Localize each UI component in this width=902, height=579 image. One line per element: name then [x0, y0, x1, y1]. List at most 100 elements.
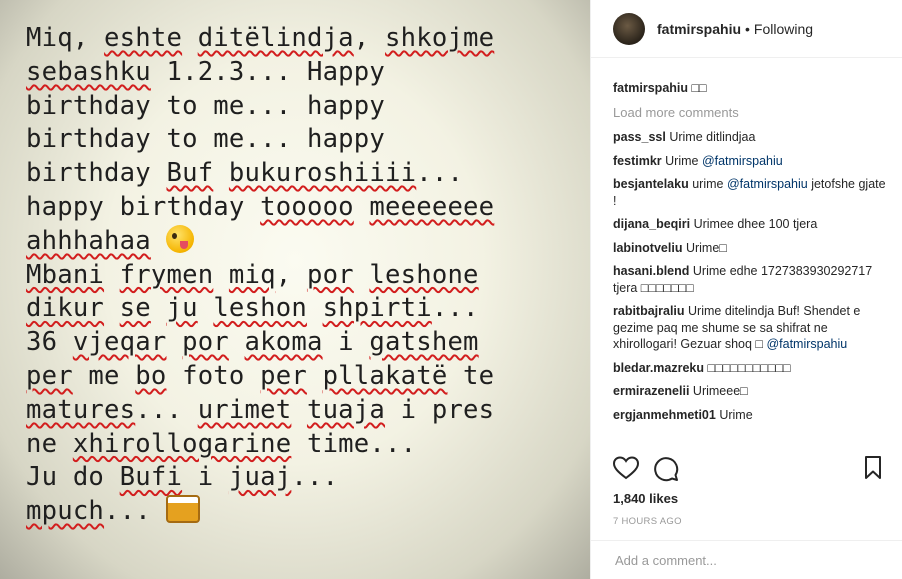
misspelled-word: shpirti [322, 293, 432, 324]
mention-link[interactable]: @fatmirspahiu [727, 177, 808, 191]
comment-item: rabitbajraliu Urime ditelindja Buf! Shen… [613, 303, 886, 353]
misspelled-word: bukuroshiiii [228, 158, 417, 189]
comment-item: bledar.mazreku □□□□□□□□□□□ [613, 360, 886, 377]
photo-text-segment: te [447, 360, 495, 391]
following-button[interactable]: Following [754, 21, 813, 37]
photo-text-segment [151, 226, 167, 256]
photo-text-segment [291, 395, 307, 425]
photo-text-line: mpuch... [26, 495, 586, 529]
add-comment-bar [591, 540, 902, 579]
comment-text: Urime [719, 407, 753, 422]
comment-text: Urimeee□ [692, 384, 748, 398]
photo-text-segment: birthday to me... happy [26, 90, 386, 121]
comment-username[interactable]: besjantelaku [613, 177, 689, 191]
misspelled-word: xhirollogarine [72, 428, 292, 459]
comment-text: Urimee dhee 100 tjera [693, 217, 818, 231]
beer-mugs-emoji-icon [166, 495, 201, 524]
photo-text-line: birthday to me... happy [26, 123, 586, 157]
photo-text-segment: birthday [26, 158, 167, 189]
misspelled-word: per [260, 360, 307, 391]
photo-text-segment: happy birthday [26, 191, 261, 222]
misspelled-word: shkojme [385, 23, 495, 53]
photo-text-line: ne xhirollogarine time... [26, 428, 586, 462]
photo-text-line: Miq, eshte ditëlindja, shkojme [26, 22, 586, 56]
photo-text-segment [213, 260, 229, 290]
comment-username[interactable]: pass_ssl [613, 130, 666, 144]
comment-username[interactable]: ermirazenelii [613, 384, 689, 398]
photo-text-segment: , [275, 259, 307, 290]
comment-text: Urime [665, 153, 702, 168]
caption-username[interactable]: fatmirspahiu [613, 81, 688, 95]
post-photo[interactable]: Miq, eshte ditëlindja, shkojme sebashku 1… [0, 0, 590, 579]
misspelled-word: bo [135, 360, 167, 391]
misspelled-word: dikur [26, 293, 105, 324]
comment-text: Urime ditlindjaa [669, 130, 756, 144]
photo-text-segment: birthday to me... happy [26, 124, 386, 155]
comment-username[interactable]: rabitbajraliu [613, 304, 685, 318]
photo-text-line: matures... urimet tuaja i pres [26, 394, 586, 428]
misspelled-word: tooooo [260, 191, 354, 222]
caption-text: □□ [691, 81, 707, 95]
misspelled-word: ju [166, 293, 198, 324]
photo-text-line: Ju do Bufi i juaj... [26, 461, 586, 495]
mention-link[interactable]: @fatmirspahiu [702, 154, 783, 168]
photo-text-line: happy birthday tooooo meeeeeee [26, 191, 586, 225]
comment-item: hasani.blend Urime edhe 1727383930292717… [613, 263, 886, 296]
photo-text-line: per me bo foto per pllakatë te [26, 360, 586, 394]
photo-text-segment [354, 192, 370, 222]
comment-username[interactable]: ergjanmehmeti01 [613, 408, 716, 422]
comment-container: pass_ssl Urime ditlindjaa festimkr Urime … [613, 129, 886, 423]
photo-text-segment [213, 158, 229, 188]
misspelled-word: urimet [197, 394, 292, 425]
heart-icon[interactable] [612, 456, 640, 485]
photo-text-segment [151, 293, 167, 323]
photo-text-segment [104, 293, 120, 323]
comment-item: labinotveliu Urime□ [613, 240, 886, 257]
bookmark-icon[interactable] [864, 456, 882, 485]
instagram-post-view: Miq, eshte ditëlindja, shkojme sebashku 1… [0, 0, 902, 579]
photo-text-line: 36 vjeqar por akoma i gatshem [26, 326, 586, 360]
photo-text-segment: me [72, 360, 136, 391]
comment-item: dijana_beqiri Urimee dhee 100 tjera [613, 216, 886, 233]
add-comment-input[interactable] [613, 551, 877, 569]
photo-text-segment [198, 293, 214, 323]
photo-text-line: ahhhahaa [26, 224, 586, 259]
photo-text-segment: time... [291, 428, 417, 459]
misspelled-word: por [306, 259, 354, 290]
comment-username[interactable]: festimkr [613, 154, 662, 168]
photo-text-segment: 1.2.3... Happy [150, 56, 386, 87]
photo-text-segment: i [322, 327, 370, 358]
photo-text-segment [229, 327, 245, 357]
likes-count[interactable]: 1,840 likes [613, 491, 678, 506]
photo-text-segment: 36 [26, 327, 73, 358]
misspelled-word: sebashku [26, 56, 151, 87]
misspelled-word: se [119, 293, 151, 324]
speech-bubble-icon[interactable] [653, 456, 679, 487]
comment-item: ermirazenelii Urimeee□ [613, 383, 886, 400]
comment-username[interactable]: labinotveliu [613, 241, 682, 255]
photo-text-line: birthday Buf bukuroshiiii... [26, 157, 586, 191]
photo-text-line: Mbani frymen miq, por leshone [26, 259, 586, 293]
comment-text: urime [692, 177, 727, 191]
post-timestamp[interactable]: 7 HOURS AGO [613, 516, 682, 527]
load-more-comments-link[interactable]: Load more comments [613, 105, 886, 122]
mention-link[interactable]: @fatmirspahiu [766, 337, 847, 351]
comment-username[interactable]: bledar.mazreku [613, 361, 704, 375]
comment-username[interactable]: hasani.blend [613, 264, 689, 278]
header-username[interactable]: fatmirspahiu [657, 21, 741, 37]
photo-text-segment [104, 260, 120, 290]
caption: fatmirspahiu □□ [613, 80, 886, 97]
photo-text-segment: ... [416, 158, 464, 189]
comment-username[interactable]: dijana_beqiri [613, 217, 690, 231]
post-sidebar: fatmirspahiu • Following fatmirspahiu □□… [590, 0, 902, 579]
avatar[interactable] [613, 12, 645, 45]
photo-text-line: sebashku 1.2.3... Happy [26, 56, 586, 90]
misspelled-word: miq [228, 259, 276, 290]
photo-text-segment: i [182, 462, 229, 493]
misspelled-word: eshte [104, 23, 183, 53]
photo-text-segment: ... [104, 496, 167, 527]
photo-text-segment: i pres [385, 394, 495, 425]
photo-text-segment: Ju do [26, 462, 120, 493]
photo-text-segment: ... [135, 394, 198, 425]
misspelled-word: matures [26, 394, 136, 425]
